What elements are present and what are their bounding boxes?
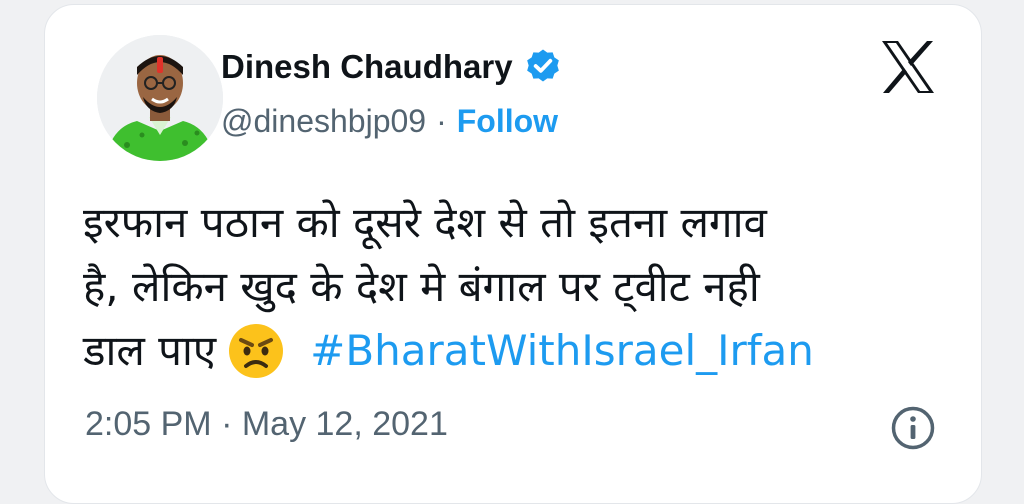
hashtag-link[interactable]: #BharatWithIsrael_Irfan [310,326,814,375]
tweet-timestamp[interactable]: 2:05 PM · May 12, 2021 [85,405,448,444]
author-handle[interactable]: @dineshbjp09 [221,103,426,140]
tweet-text-segment: डाल पाए [83,326,217,375]
profile-photo-icon [97,35,223,161]
avatar[interactable] [97,35,223,161]
tweet-text-line: इरफान पठान को दूसरे देश से तो इतना लगाव [83,198,767,247]
angry-face-icon [229,324,284,378]
separator-dot: · [436,103,447,139]
follow-button[interactable]: Follow [457,103,558,140]
author-handle-row: @dineshbjp09 · Follow [221,103,558,140]
author-display-name[interactable]: Dinesh Chaudhary [221,48,513,86]
tweet-text-line: है, लेकिन खुद के देश मे बंगाल पर ट्वीट न… [83,262,760,311]
tweet-card: Dinesh Chaudhary @dineshbjp09 · Follow इ… [44,4,982,504]
x-logo-icon[interactable] [878,37,938,97]
author-name-row: Dinesh Chaudhary [221,47,563,87]
verified-badge-icon [526,49,559,82]
tweet-text-line-3: डाल पाए #BharatWithIsrael_Irfan [83,319,963,383]
info-icon[interactable] [890,405,936,451]
tweet-text: इरफान पठान को दूसरे देश से तो इतना लगाव … [83,191,963,383]
